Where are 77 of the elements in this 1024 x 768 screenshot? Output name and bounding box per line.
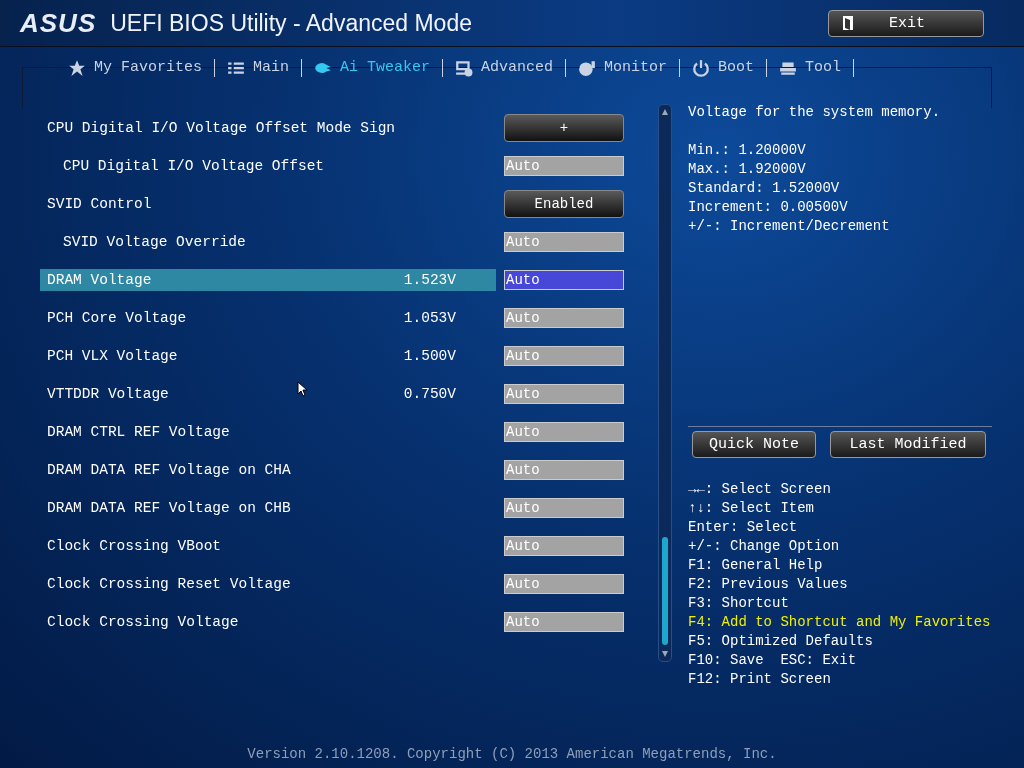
setting-row[interactable]: SVID Voltage Override [40, 231, 496, 253]
help-detail: Max.: 1.92000V [688, 160, 807, 179]
key-hint: F3: Shortcut [688, 594, 790, 613]
setting-label: CPU Digital I/O Voltage Offset Mode Sign [47, 120, 396, 136]
tab[interactable]: Boot [680, 59, 768, 77]
help-detail: +/-: Increment/Decrement [688, 217, 891, 236]
monitor-icon [455, 59, 474, 77]
key-hint: F5: Optimized Defaults [688, 632, 874, 651]
setting-row[interactable]: PCH VLX Voltage 1.500V [40, 345, 496, 367]
setting-label: DRAM DATA REF Voltage on CHB [47, 500, 291, 516]
star-icon [68, 59, 86, 77]
help-description: Voltage for the system memory. [688, 103, 942, 122]
tab[interactable]: Monitor [566, 59, 681, 77]
setting-label: DRAM DATA REF Voltage on CHA [47, 462, 291, 478]
help-detail: Increment: 0.00500V [688, 198, 849, 217]
help-detail: Min.: 1.20000V [688, 141, 807, 160]
window-title: UEFI BIOS Utility - Advanced Mode [110, 9, 472, 37]
power-icon [692, 59, 711, 77]
exit-button[interactable]: Exit [828, 9, 984, 37]
setting-row[interactable]: Clock Crossing VBoot [40, 535, 496, 557]
list-icon [227, 59, 246, 77]
setting-label: CPU Digital I/O Voltage Offset [63, 158, 325, 174]
gauge-icon [578, 59, 597, 77]
setting-row[interactable]: CPU Digital I/O Voltage Offset Mode Sign [40, 117, 496, 139]
scroll-up-icon[interactable] [661, 108, 669, 116]
selected-setting-row[interactable]: DRAM Voltage 1.523V [40, 269, 496, 291]
setting-label: Clock Crossing Voltage [47, 614, 239, 630]
scrollbar-thumb[interactable] [662, 537, 668, 645]
key-hint: F10: Save ESC: Exit [688, 651, 858, 670]
tab[interactable]: My Favorites [56, 59, 216, 77]
tab[interactable]: Advanced [443, 59, 567, 77]
key-hint: +/-: Change Option [688, 537, 841, 556]
option-button[interactable]: Enabled [504, 190, 624, 218]
setting-row[interactable]: Clock Crossing Voltage [40, 611, 496, 633]
key-hint: Enter: Select [688, 518, 799, 537]
setting-label: SVID Voltage Override [63, 234, 246, 250]
setting-label: Clock Crossing VBoot [47, 538, 222, 554]
quick-note-button[interactable]: Quick Note [692, 431, 816, 458]
setting-reading: 1.500V [403, 348, 456, 364]
setting-reading: 1.523V [403, 272, 456, 288]
last-modified-button[interactable]: Last Modified [830, 431, 986, 458]
scroll-down-icon[interactable] [661, 650, 669, 658]
setting-row[interactable]: SVID Control [40, 193, 496, 215]
mouse-pointer-icon [297, 381, 307, 397]
setting-row[interactable]: DRAM CTRL REF Voltage [40, 421, 496, 443]
setting-row[interactable]: Clock Crossing Reset Voltage [40, 573, 496, 595]
key-hint: →←: Select Screen [688, 480, 832, 499]
setting-label: Clock Crossing Reset Voltage [47, 576, 291, 592]
tab[interactable]: Ai Tweaker [302, 59, 444, 77]
asus-logo: ASUS [20, 7, 97, 39]
setting-label: VTTDDR Voltage [47, 386, 169, 402]
setting-label: DRAM Voltage [47, 272, 152, 288]
setting-label: PCH Core Voltage [47, 310, 187, 326]
setting-row[interactable]: VTTDDR Voltage 0.750V [40, 383, 496, 405]
setting-row[interactable]: DRAM DATA REF Voltage on CHA [40, 459, 496, 481]
tab[interactable]: Main [215, 59, 303, 77]
setting-row[interactable]: DRAM DATA REF Voltage on CHB [40, 497, 496, 519]
setting-reading: 0.750V [403, 386, 456, 402]
version-text: Version 2.10.1208. Copyright (C) 2013 American Megatrends, Inc. [247, 746, 777, 762]
toolbox-icon [779, 59, 798, 77]
value-field[interactable]: Auto [504, 270, 624, 290]
help-detail: Standard: 1.52000V [688, 179, 841, 198]
setting-label: PCH VLX Voltage [47, 348, 178, 364]
setting-row[interactable]: PCH Core Voltage 1.053V [40, 307, 496, 329]
key-hint: F12: Print Screen [688, 670, 832, 689]
key-hint: F2: Previous Values [688, 575, 849, 594]
key-hint: ↑↓: Select Item [688, 499, 816, 518]
setting-label: SVID Control [47, 196, 152, 212]
option-button[interactable]: + [504, 114, 624, 142]
setting-reading: 1.053V [403, 310, 456, 326]
key-hint: F4: Add to Shortcut and My Favorites [688, 613, 992, 632]
door-icon [841, 15, 855, 31]
tab[interactable]: Tool [767, 59, 855, 77]
setting-row[interactable]: CPU Digital I/O Voltage Offset [40, 155, 496, 177]
key-hint: F1: General Help [688, 556, 824, 575]
setting-label: DRAM CTRL REF Voltage [47, 424, 230, 440]
scrollbar[interactable] [658, 104, 672, 662]
